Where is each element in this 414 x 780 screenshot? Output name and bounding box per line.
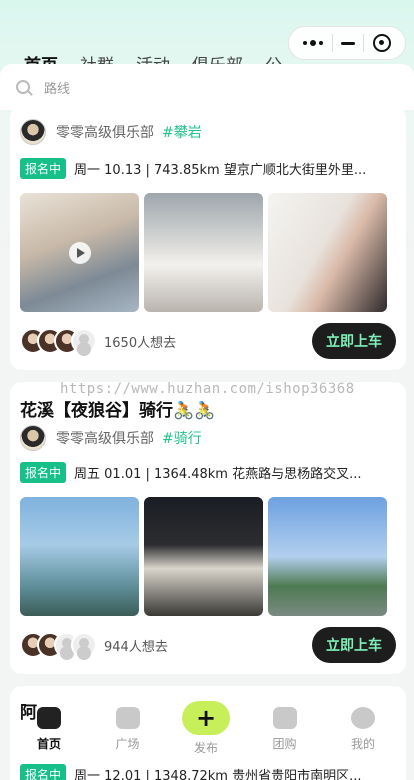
plaza-icon xyxy=(115,707,140,729)
event-title: 花溪【夜狼谷】骑行🚴🚴 xyxy=(20,401,216,421)
profile-icon xyxy=(351,707,375,729)
club-tag[interactable]: #攀岩 xyxy=(162,122,202,142)
placeholder-avatar xyxy=(71,632,97,658)
club-tag[interactable]: #骑行 xyxy=(162,428,202,448)
want-count: 1650人想去 xyxy=(104,335,177,351)
tabbar-publish[interactable]: + 发布 xyxy=(177,699,235,756)
event-card[interactable]: 花溪【夜狼谷】骑行🚴🚴 零零高级俱乐部 #骑行 报名中 周五 01.01 | 1… xyxy=(10,382,406,674)
photo[interactable] xyxy=(144,497,263,616)
event-details: 周一 12.01 | 1348.72km 贵州省贵阳市南明区... xyxy=(74,769,362,780)
photo[interactable] xyxy=(144,193,263,312)
club-avatar xyxy=(20,425,46,451)
event-details: 周五 01.01 | 1364.48km 花燕路与思杨路交叉... xyxy=(74,467,362,482)
photo-row xyxy=(20,193,387,312)
tab-bar: 首页 广场 + 发布 团购 我的 xyxy=(20,699,392,759)
search-bar[interactable]: 路线 xyxy=(0,64,414,110)
event-details: 周一 10.13 | 743.85km 望京广顺北大街里外里... xyxy=(74,163,367,178)
card-footer: 1650人想去 立即上车 xyxy=(20,323,396,359)
club-row[interactable]: 零零高级俱乐部 #攀岩 xyxy=(20,119,202,145)
join-button[interactable]: 立即上车 xyxy=(312,627,396,663)
event-info: 报名中 周五 01.01 | 1364.48km 花燕路与思杨路交叉... xyxy=(20,462,396,483)
status-badge: 报名中 xyxy=(20,158,67,179)
tabbar-home[interactable]: 首页 xyxy=(20,699,78,752)
tabbar-plaza[interactable]: 广场 xyxy=(99,699,157,752)
photo[interactable] xyxy=(268,193,387,312)
group-buy-icon xyxy=(272,707,297,729)
tabbar-label: 首页 xyxy=(36,737,61,751)
tabbar-label: 团购 xyxy=(272,737,297,751)
tabbar-label: 广场 xyxy=(115,737,140,751)
status-badge: 报名中 xyxy=(20,462,67,483)
minimize-icon[interactable] xyxy=(340,41,355,45)
capsule-divider xyxy=(363,34,365,52)
club-row[interactable]: 零零高级俱乐部 #骑行 xyxy=(20,425,202,451)
search-icon xyxy=(16,80,30,94)
tabbar-profile[interactable]: 我的 xyxy=(334,699,392,752)
want-count: 944人想去 xyxy=(104,639,168,655)
close-target-icon[interactable] xyxy=(372,34,391,52)
event-card[interactable]: 零零高级俱乐部 #攀岩 报名中 周一 10.13 | 743.85km 望京广顺… xyxy=(10,106,406,370)
club-name: 零零高级俱乐部 xyxy=(56,431,154,447)
search-placeholder: 路线 xyxy=(44,81,71,97)
plus-icon[interactable]: + xyxy=(182,701,230,735)
home-icon xyxy=(37,707,61,729)
tabbar-label: 我的 xyxy=(350,737,375,751)
event-info: 报名中 周一 12.01 | 1348.72km 贵州省贵阳市南明区... xyxy=(20,764,396,780)
photo-video[interactable] xyxy=(20,193,139,312)
join-button[interactable]: 立即上车 xyxy=(312,323,396,359)
capsule-divider xyxy=(331,34,333,52)
tabbar-label: 发布 xyxy=(193,741,218,755)
play-icon[interactable] xyxy=(69,242,91,264)
club-avatar xyxy=(20,119,46,145)
placeholder-avatar xyxy=(71,328,97,354)
capsule-menu xyxy=(288,26,406,60)
tabbar-group-buy[interactable]: 团购 xyxy=(256,699,314,752)
event-info: 报名中 周一 10.13 | 743.85km 望京广顺北大街里外里... xyxy=(20,158,396,179)
photo-row xyxy=(20,497,387,616)
photo[interactable] xyxy=(268,497,387,616)
card-footer: 944人想去 立即上车 xyxy=(20,627,396,663)
status-badge: 报名中 xyxy=(20,764,67,780)
watermark-text: https://www.huzhan.com/ishop36368 xyxy=(60,381,355,397)
club-name: 零零高级俱乐部 xyxy=(56,125,154,141)
photo[interactable] xyxy=(20,497,139,616)
more-dots-icon[interactable] xyxy=(303,40,324,46)
